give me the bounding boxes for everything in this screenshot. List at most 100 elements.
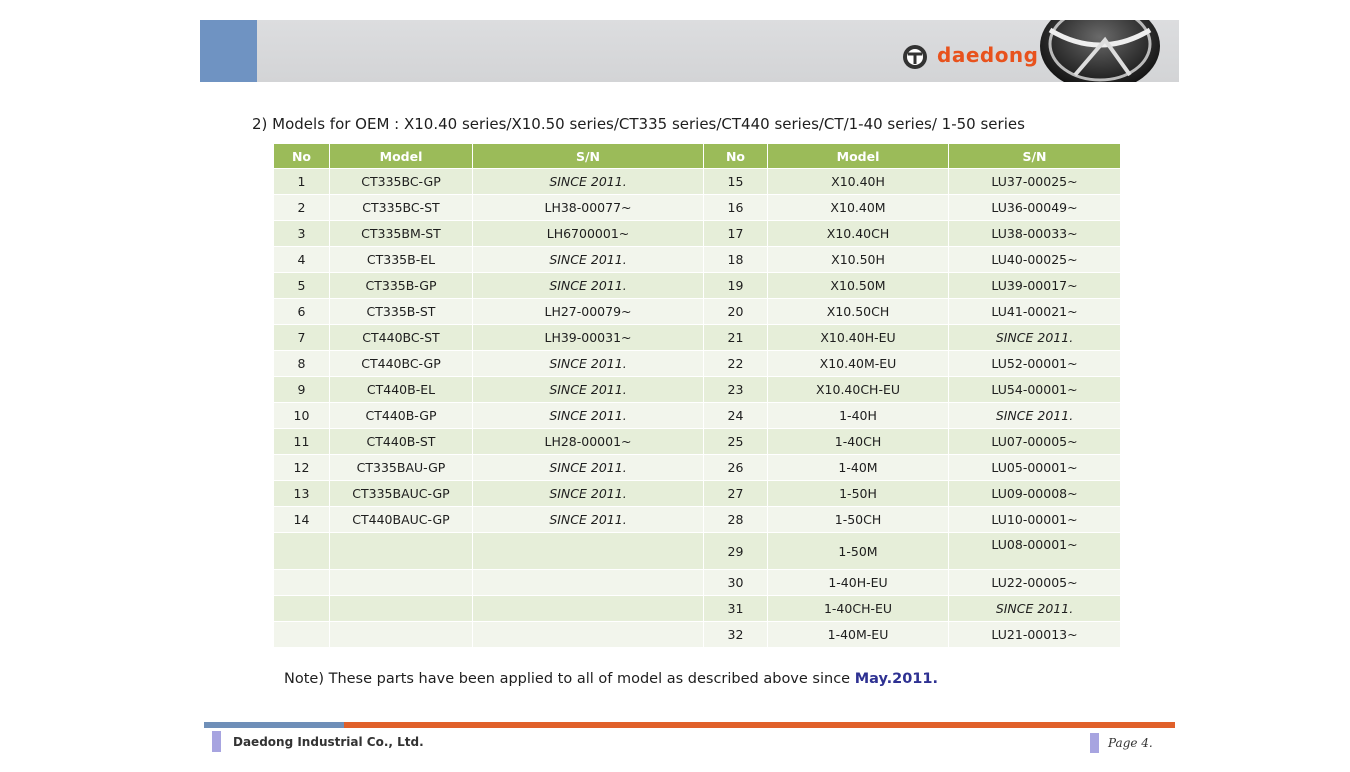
cell-model: X10.50CH bbox=[767, 298, 949, 325]
cell-model: CT440B-ST bbox=[329, 428, 473, 455]
col-header-sn-right: S/N bbox=[948, 143, 1121, 169]
footer-rule-blue bbox=[204, 722, 344, 728]
note-date-highlight: May.2011. bbox=[854, 671, 938, 687]
col-header-model-left: Model bbox=[329, 143, 473, 169]
cell-model: CT440B-EL bbox=[329, 376, 473, 403]
cell-no: 1 bbox=[273, 168, 330, 195]
table-row: 13 CT335BAUC-GP SINCE 2011. 27 1-50H LU09-000… bbox=[273, 480, 1121, 507]
footer-page-number: Page 4. bbox=[1108, 736, 1153, 750]
cell-sn: LU38-00033~ bbox=[948, 220, 1121, 247]
cell-no: 22 bbox=[703, 350, 768, 377]
table-row: 14 CT440BAUC-GP SINCE 2011. 28 1-50CH LU10-00… bbox=[273, 506, 1121, 533]
cell-sn: SINCE 2011. bbox=[472, 506, 704, 533]
table-row: 7 CT440BC-ST LH39-00031~ 21 X10.40H-EU SINCE … bbox=[273, 324, 1121, 351]
cell-sn: LU36-00049~ bbox=[948, 194, 1121, 221]
cell-model: 1-40CH-EU bbox=[767, 595, 949, 622]
cell-sn: SINCE 2011. bbox=[472, 168, 704, 195]
cell-model: X10.40CH-EU bbox=[767, 376, 949, 403]
cell-model: CT335BAU-GP bbox=[329, 454, 473, 481]
cell-model: CT335B-GP bbox=[329, 272, 473, 299]
cell-no: 9 bbox=[273, 376, 330, 403]
note-prefix: Note) These parts have been applied to a… bbox=[284, 671, 855, 687]
cell-no: 2 bbox=[273, 194, 330, 221]
cell-sn: LU09-00008~ bbox=[948, 480, 1121, 507]
table-row: 1 CT335BC-GP SINCE 2011. 15 X10.40H LU37-0002… bbox=[273, 168, 1121, 195]
cell-sn: SINCE 2011. bbox=[472, 376, 704, 403]
cell-no: 11 bbox=[273, 428, 330, 455]
col-header-sn-left: S/N bbox=[472, 143, 704, 169]
table-row: 5 CT335B-GP SINCE 2011. 19 X10.50M LU39-00017… bbox=[273, 272, 1121, 299]
cell-model: CT335BC-GP bbox=[329, 168, 473, 195]
logo-wordmark: daedong bbox=[937, 43, 1039, 67]
cell-model: CT335BC-ST bbox=[329, 194, 473, 221]
table-header-row: No Model S/N No Model S/N bbox=[273, 143, 1121, 169]
col-header-no-right: No bbox=[703, 143, 768, 169]
cell-model: 1-40H-EU bbox=[767, 569, 949, 596]
table-row: 11 CT440B-ST LH28-00001~ 25 1-40CH LU07-00005… bbox=[273, 428, 1121, 455]
cell-model: X10.40M-EU bbox=[767, 350, 949, 377]
footer-rule-orange bbox=[344, 722, 1175, 728]
cell-no: 18 bbox=[703, 246, 768, 273]
cell-no: 30 bbox=[703, 569, 768, 596]
cell-no: 15 bbox=[703, 168, 768, 195]
cell-no: 13 bbox=[273, 480, 330, 507]
cell-model: CT335B-ST bbox=[329, 298, 473, 325]
cell-no bbox=[273, 532, 330, 570]
cell-no: 3 bbox=[273, 220, 330, 247]
cell-model: 1-40CH bbox=[767, 428, 949, 455]
cell-sn: LH28-00001~ bbox=[472, 428, 704, 455]
table-row: 29 1-50M LU08-00001~ bbox=[273, 532, 1121, 570]
cell-no: 16 bbox=[703, 194, 768, 221]
cell-sn bbox=[472, 621, 704, 648]
cell-model: CT440BAUC-GP bbox=[329, 506, 473, 533]
cell-no: 14 bbox=[273, 506, 330, 533]
cell-sn: LU54-00001~ bbox=[948, 376, 1121, 403]
cell-sn bbox=[472, 595, 704, 622]
cell-model: X10.40CH bbox=[767, 220, 949, 247]
header-band: daedong bbox=[200, 20, 1179, 82]
cell-sn: SINCE 2011. bbox=[472, 454, 704, 481]
cell-model: CT335BAUC-GP bbox=[329, 480, 473, 507]
cell-no: 19 bbox=[703, 272, 768, 299]
cell-sn: SINCE 2011. bbox=[948, 595, 1121, 622]
cell-sn: LH6700001~ bbox=[472, 220, 704, 247]
cell-no: 4 bbox=[273, 246, 330, 273]
cell-no bbox=[273, 595, 330, 622]
cell-model: CT440BC-ST bbox=[329, 324, 473, 351]
cell-sn: LU40-00025~ bbox=[948, 246, 1121, 273]
cell-sn: SINCE 2011. bbox=[472, 246, 704, 273]
cell-model: 1-50M bbox=[767, 532, 949, 570]
cell-model: X10.40H-EU bbox=[767, 324, 949, 351]
table-row: 2 CT335BC-ST LH38-00077~ 16 X10.40M LU36-0004… bbox=[273, 194, 1121, 221]
cell-no: 28 bbox=[703, 506, 768, 533]
col-header-no-left: No bbox=[273, 143, 330, 169]
cell-sn: LU10-00001~ bbox=[948, 506, 1121, 533]
table-row: 31 1-40CH-EU SINCE 2011. bbox=[273, 595, 1121, 622]
cell-sn: SINCE 2011. bbox=[472, 350, 704, 377]
page-heading: 2) Models for OEM : X10.40 series/X10.50… bbox=[252, 115, 1025, 133]
cell-model: X10.50M bbox=[767, 272, 949, 299]
cell-sn: LH27-00079~ bbox=[472, 298, 704, 325]
cell-no bbox=[273, 569, 330, 596]
cell-no: 23 bbox=[703, 376, 768, 403]
cell-no: 25 bbox=[703, 428, 768, 455]
cell-no: 20 bbox=[703, 298, 768, 325]
table-row: 9 CT440B-EL SINCE 2011. 23 X10.40CH-EU LU54-0… bbox=[273, 376, 1121, 403]
cell-sn: LU05-00001~ bbox=[948, 454, 1121, 481]
cell-model: 1-40M bbox=[767, 454, 949, 481]
table-row: 32 1-40M-EU LU21-00013~ bbox=[273, 621, 1121, 648]
cell-no: 6 bbox=[273, 298, 330, 325]
table-row: 10 CT440B-GP SINCE 2011. 24 1-40H SINCE 2011. bbox=[273, 402, 1121, 429]
cell-no: 31 bbox=[703, 595, 768, 622]
cell-sn: SINCE 2011. bbox=[472, 402, 704, 429]
cell-no: 21 bbox=[703, 324, 768, 351]
cell-model: 1-40M-EU bbox=[767, 621, 949, 648]
cell-sn: LU39-00017~ bbox=[948, 272, 1121, 299]
cell-sn: LU08-00001~ bbox=[948, 532, 1121, 570]
table-row: 8 CT440BC-GP SINCE 2011. 22 X10.40M-EU LU52-0… bbox=[273, 350, 1121, 377]
models-table: No Model S/N No Model S/N 1 CT335BC-GP SIN… bbox=[273, 143, 1121, 648]
cell-model: CT335B-EL bbox=[329, 246, 473, 273]
footer-marker-right bbox=[1090, 733, 1099, 753]
cell-no: 10 bbox=[273, 402, 330, 429]
col-header-model-right: Model bbox=[767, 143, 949, 169]
